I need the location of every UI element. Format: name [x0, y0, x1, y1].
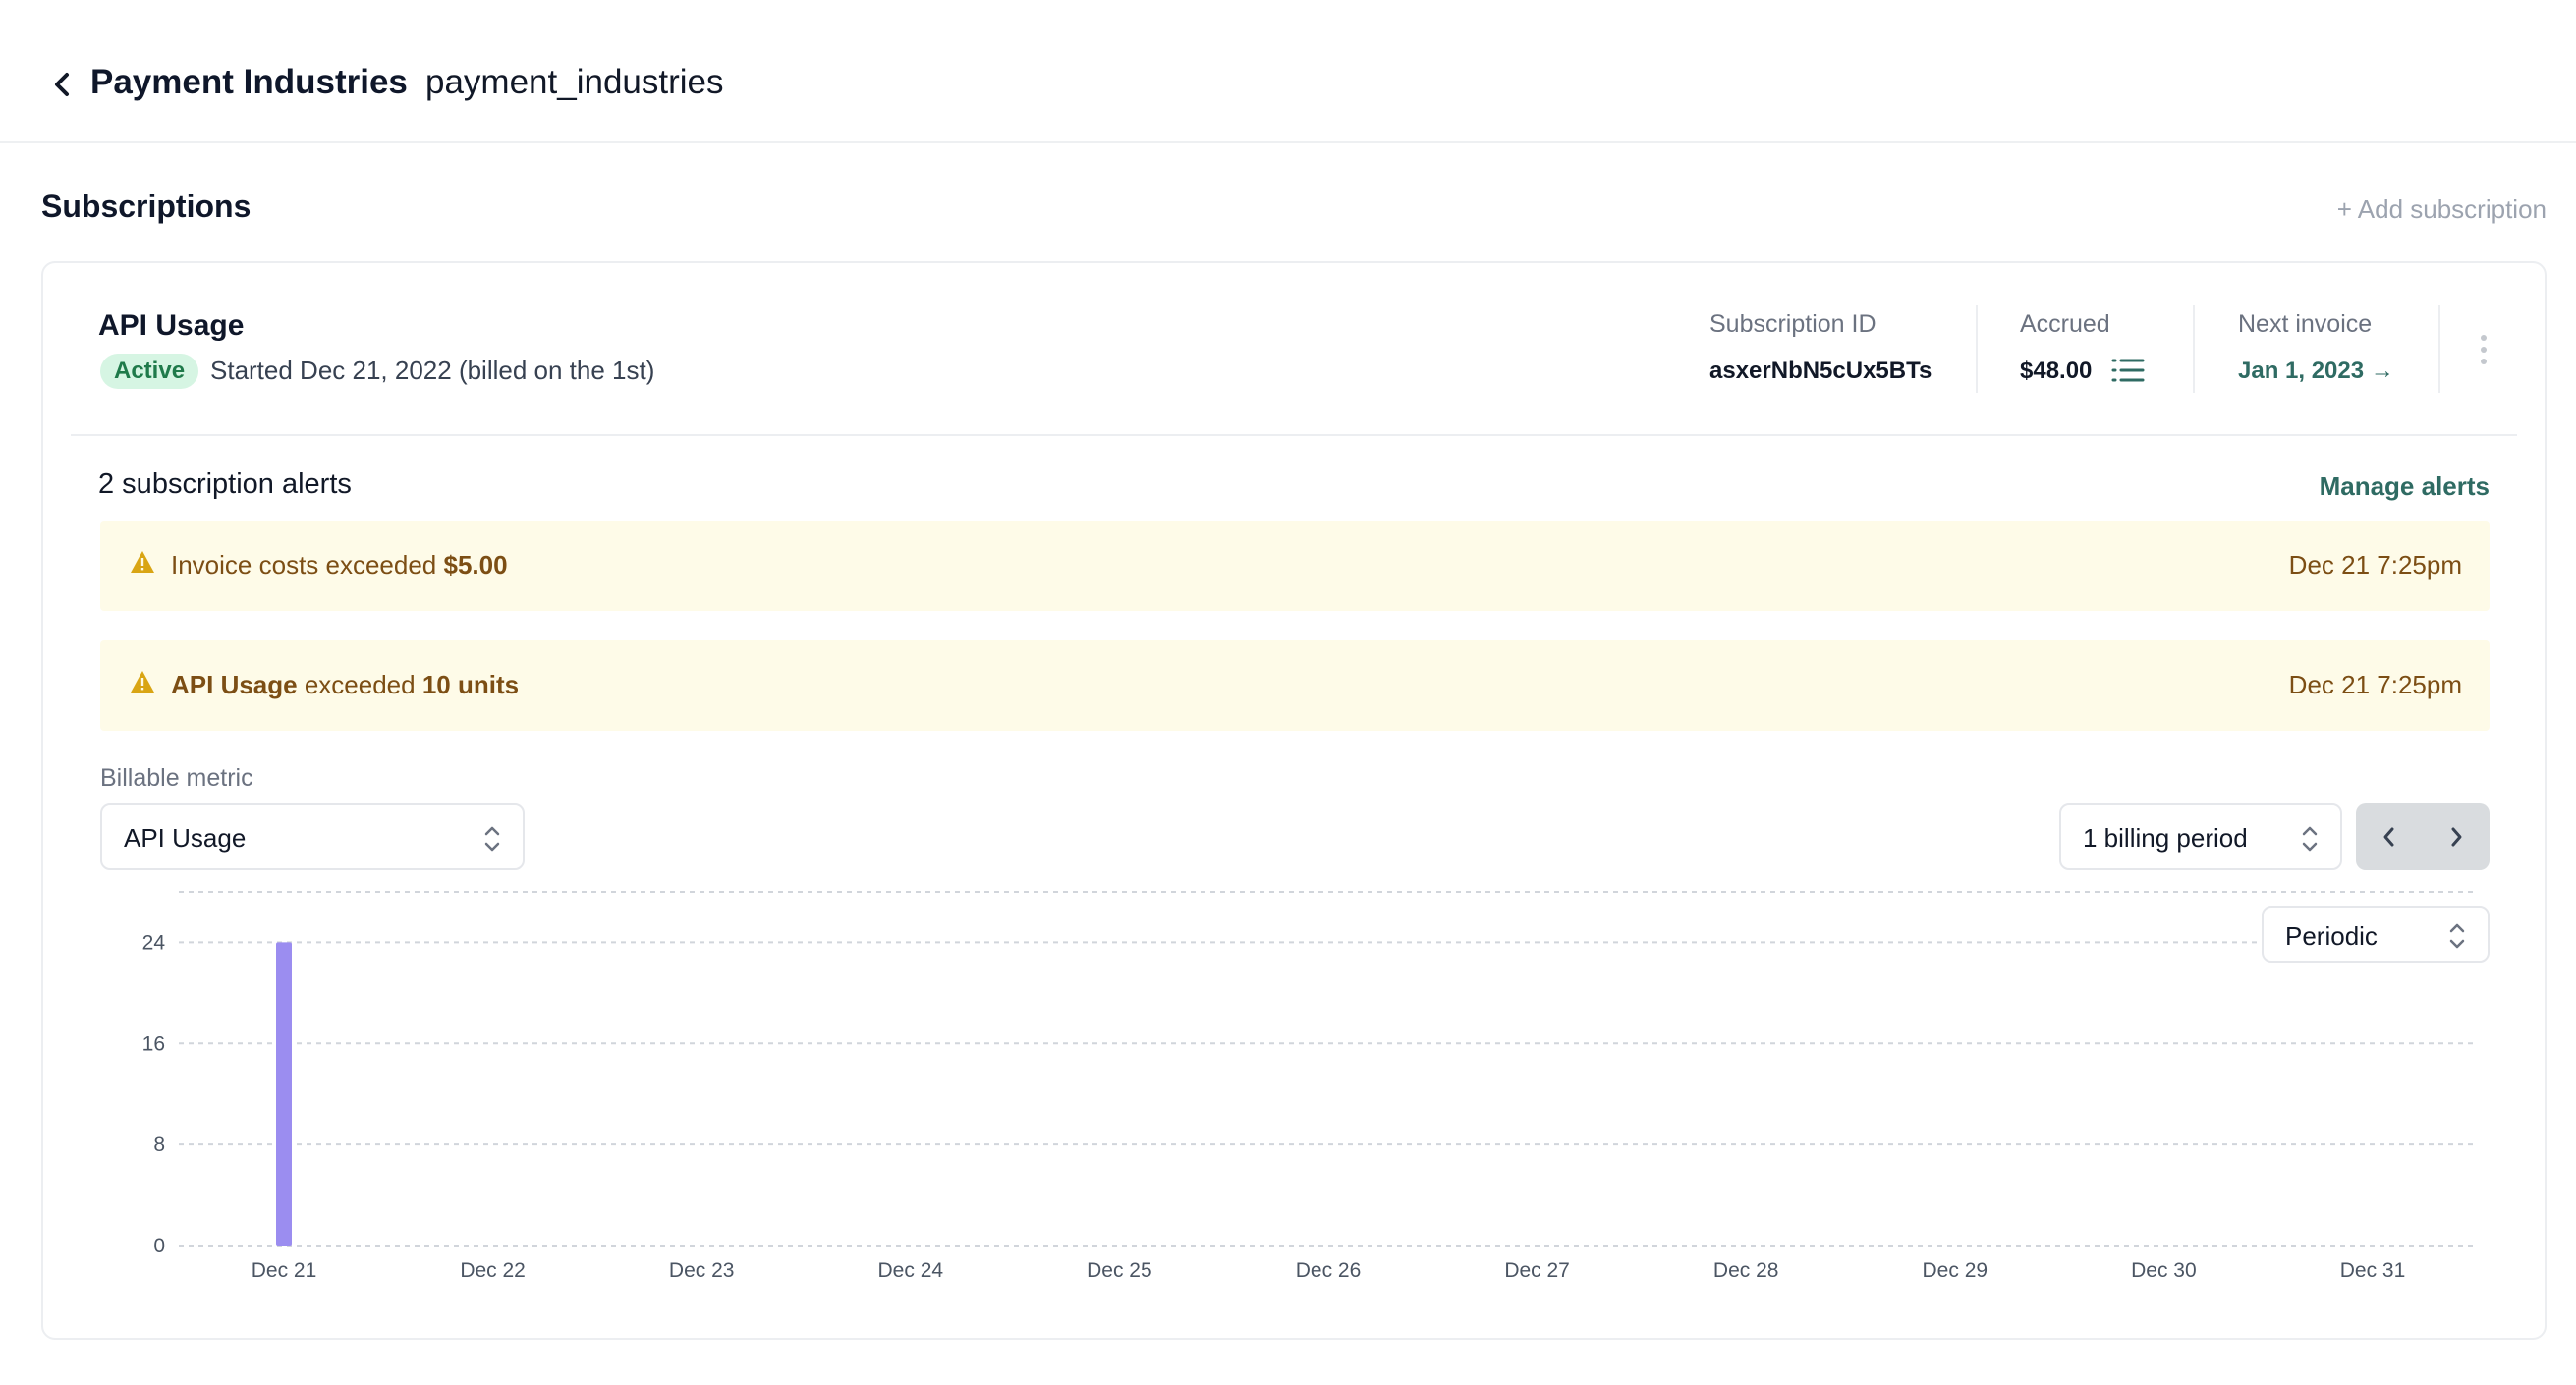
x-tick-label: Dec 25: [1087, 1259, 1152, 1282]
x-tick-label: Dec 28: [1713, 1259, 1779, 1282]
y-tick-label: 8: [153, 1134, 165, 1156]
x-tick-label: Dec 29: [1923, 1259, 1988, 1282]
y-tick-label: 16: [142, 1032, 165, 1055]
x-tick-label: Dec 23: [669, 1259, 735, 1282]
x-tick-label: Dec 31: [2340, 1259, 2406, 1282]
chart-bars: [276, 942, 292, 1246]
usage-bar[interactable]: [276, 942, 292, 1246]
y-tick-label: 24: [142, 931, 166, 954]
chart-grid: [179, 891, 2478, 1246]
x-tick-label: Dec 30: [2131, 1259, 2197, 1282]
usage-chart: 081624 Dec 21 Dec 22 Dec 23 Dec 24 Dec 25 Dec…: [142, 891, 2478, 1282]
x-axis-ticks: Dec 21 Dec 22 Dec 23 Dec 24 Dec 25 Dec 26 Dec …: [252, 1259, 2406, 1282]
chevron-up-down-icon: [2449, 923, 2465, 949]
x-tick-label: Dec 22: [460, 1259, 526, 1282]
x-tick-label: Dec 21: [252, 1259, 317, 1282]
x-tick-label: Dec 26: [1296, 1259, 1362, 1282]
x-tick-label: Dec 24: [878, 1259, 944, 1282]
aggregation-mode-select[interactable]: Periodic: [2262, 906, 2490, 963]
y-tick-label: 0: [153, 1235, 165, 1257]
select-value: Periodic: [2285, 921, 2378, 951]
x-tick-label: Dec 27: [1504, 1259, 1570, 1282]
y-axis-ticks: 0 8 16 24: [142, 931, 166, 1257]
